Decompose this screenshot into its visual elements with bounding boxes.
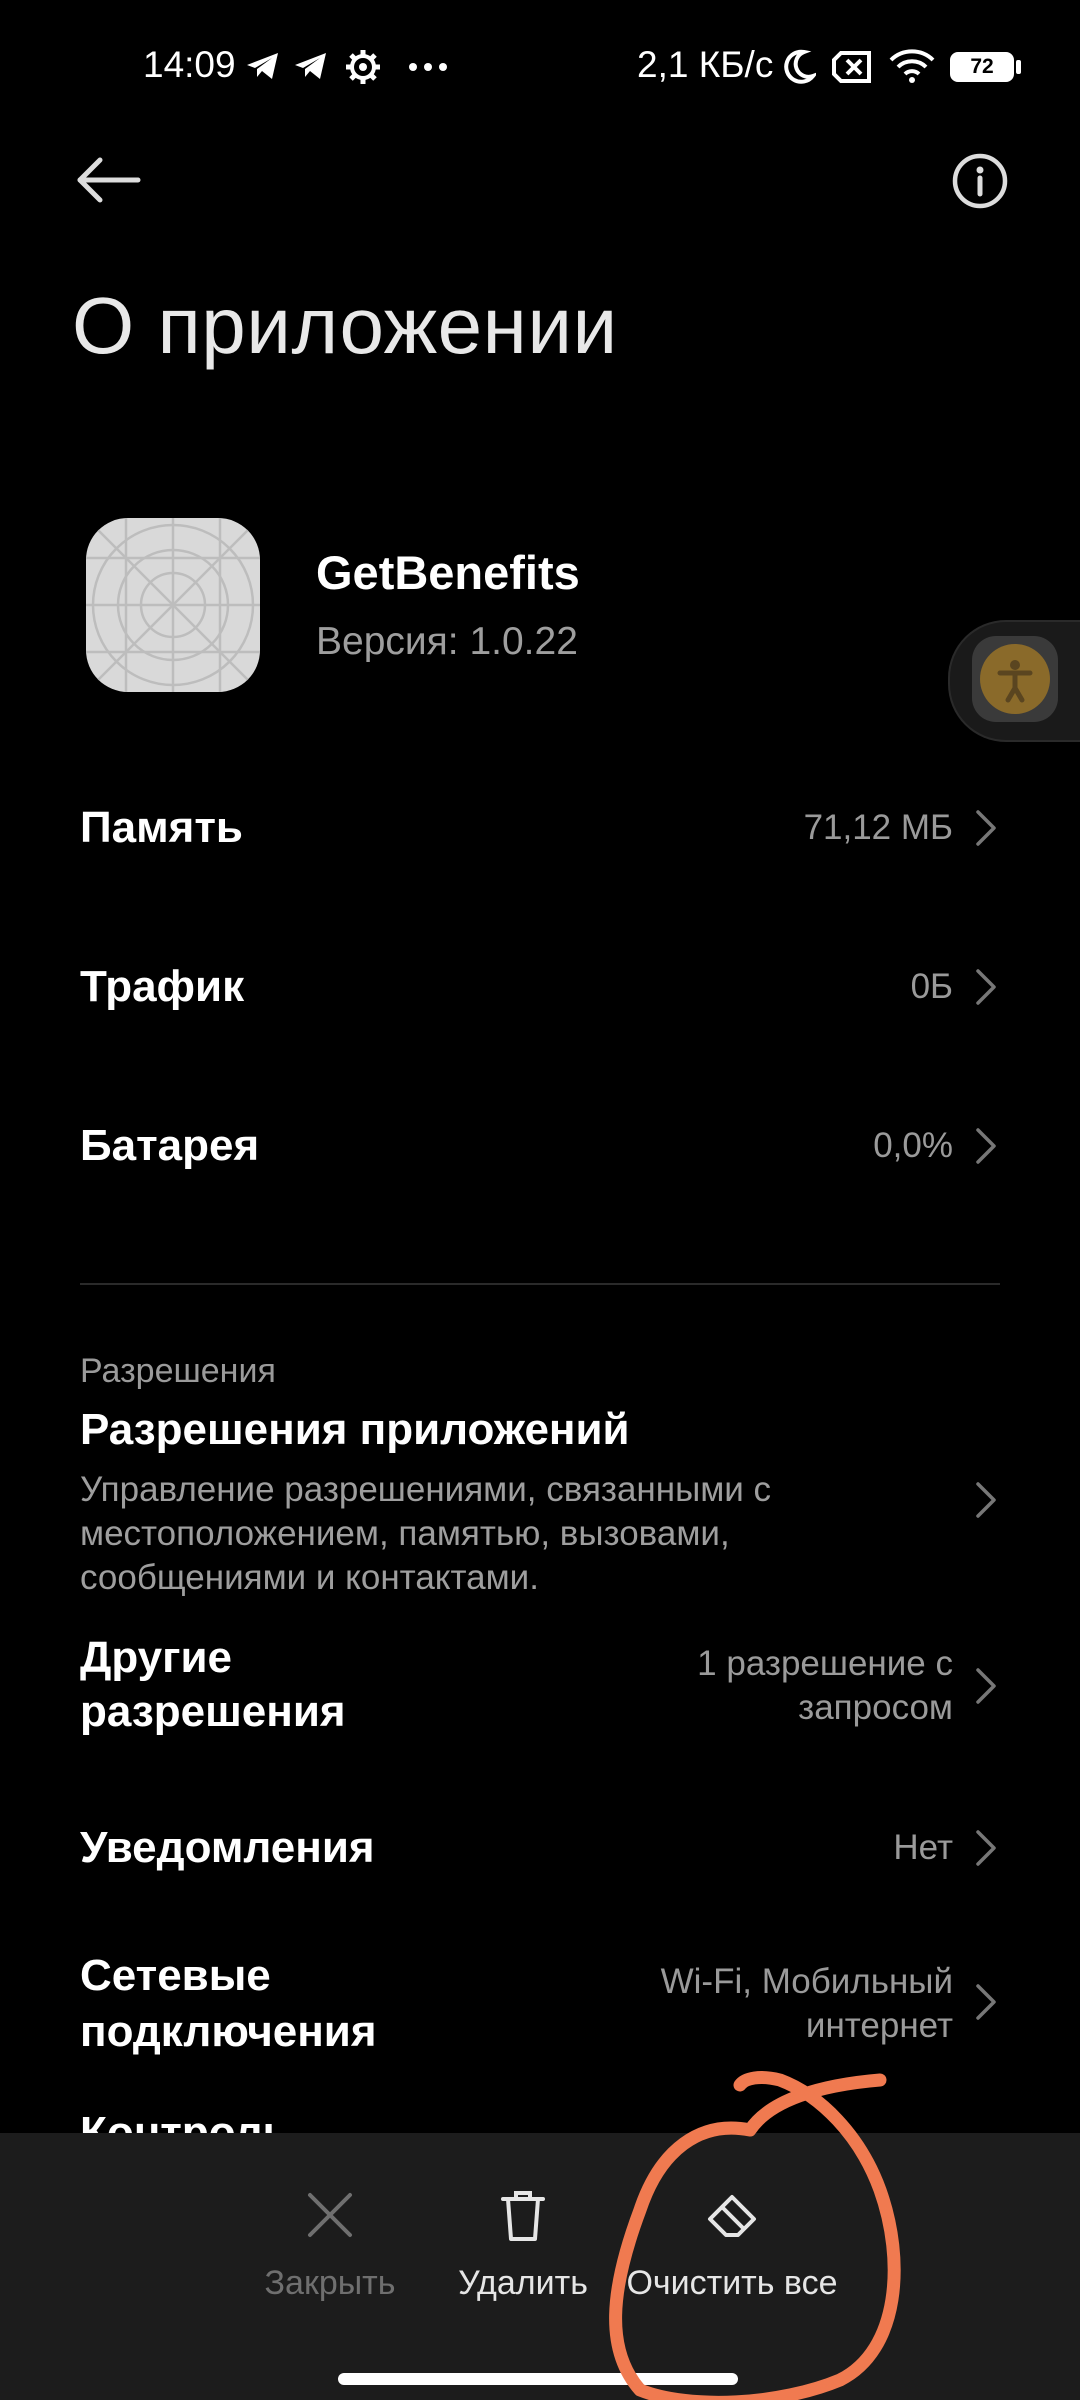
settings-gear-icon [346,50,380,84]
network-value-line1: Wi-Fi, Мобильный [660,1962,953,2001]
delete-button[interactable]: Удалить [423,2185,623,2303]
other-permissions-value-line1: 1 разрешение с [697,1644,953,1683]
battery-value: 0,0% [873,1126,953,1165]
sim-off-icon [832,51,871,83]
storage-value: 71,12 МБ [803,808,953,847]
floating-accessibility-button[interactable] [948,620,1080,742]
battery-level: 72 [970,55,994,78]
telegram-icon [247,53,278,79]
notifications-row[interactable]: Уведомления Нет [0,1808,1080,1888]
section-divider [80,1283,1000,1285]
close-label: Закрыть [264,2264,396,2302]
network-label-line1: Сетевые [80,1951,271,2000]
notifications-label: Уведомления [80,1823,375,1872]
clear-all-button[interactable]: Очистить все [622,2185,842,2303]
chevron-right-icon [976,1984,996,2020]
chevron-right-icon [976,1482,996,1518]
traffic-row[interactable]: Трафик 0Б [0,947,1080,1027]
app-version: Версия: 1.0.22 [316,620,578,663]
battery-label: Батарея [80,1121,260,1170]
more-dots-icon [409,63,447,71]
close-icon [308,2193,352,2237]
other-permissions-label-line2: разрешения [80,1687,346,1736]
status-bar: 14:09 2,1 КБ/с 72 [0,0,1080,135]
status-time: 14:09 [143,44,236,85]
other-permissions-label-line1: Другие [80,1633,232,1682]
page-title: О приложении [72,281,618,370]
traffic-label: Трафик [80,962,245,1011]
network-value-line2: интернет [805,2006,953,2045]
close-button[interactable]: Закрыть [230,2185,430,2303]
info-icon[interactable] [940,145,1020,225]
app-permissions-description: Управление разрешениями, связанными с ме… [80,1470,772,1597]
delete-label: Удалить [458,2264,588,2302]
wifi-icon [889,49,935,83]
chevron-right-icon [976,810,996,846]
battery-tip [1016,60,1021,74]
network-label-line2: подключения [80,2007,377,2056]
notifications-value: Нет [893,1828,953,1867]
moon-icon [784,49,816,84]
app-permissions-title: Разрешения приложений [80,1405,630,1454]
chevron-right-icon [976,969,996,1005]
other-permissions-row[interactable]: Другие разрешения 1 разрешение с запросо… [0,1630,1080,1750]
chevron-right-icon [976,1830,996,1866]
home-indicator[interactable] [338,2373,738,2385]
network-speed: 2,1 КБ/с [637,44,774,85]
storage-row[interactable]: Память 71,12 МБ [0,788,1080,868]
app-icon [86,518,260,692]
section-caption-permissions: Разрешения [80,1352,276,1390]
battery-icon: 72 [950,52,1014,82]
chevron-right-icon [976,1668,996,1704]
eraser-icon [708,2195,756,2237]
app-permissions-row[interactable]: Разрешения приложений Управление разреше… [0,1395,1080,1605]
chevron-right-icon [976,1128,996,1164]
telegram-icon [295,53,326,79]
trash-icon [501,2191,545,2241]
back-arrow-icon[interactable] [70,145,150,225]
other-permissions-value-line2: запросом [798,1688,953,1727]
app-name: GetBenefits [316,546,580,599]
accessibility-icon [997,660,1033,703]
storage-label: Память [80,803,243,852]
traffic-value: 0Б [910,967,953,1006]
battery-row[interactable]: Батарея 0,0% [0,1106,1080,1186]
clear-all-label: Очистить все [626,2264,838,2302]
network-connections-row[interactable]: Сетевые подключения Wi-Fi, Мобильный инт… [0,1948,1080,2068]
